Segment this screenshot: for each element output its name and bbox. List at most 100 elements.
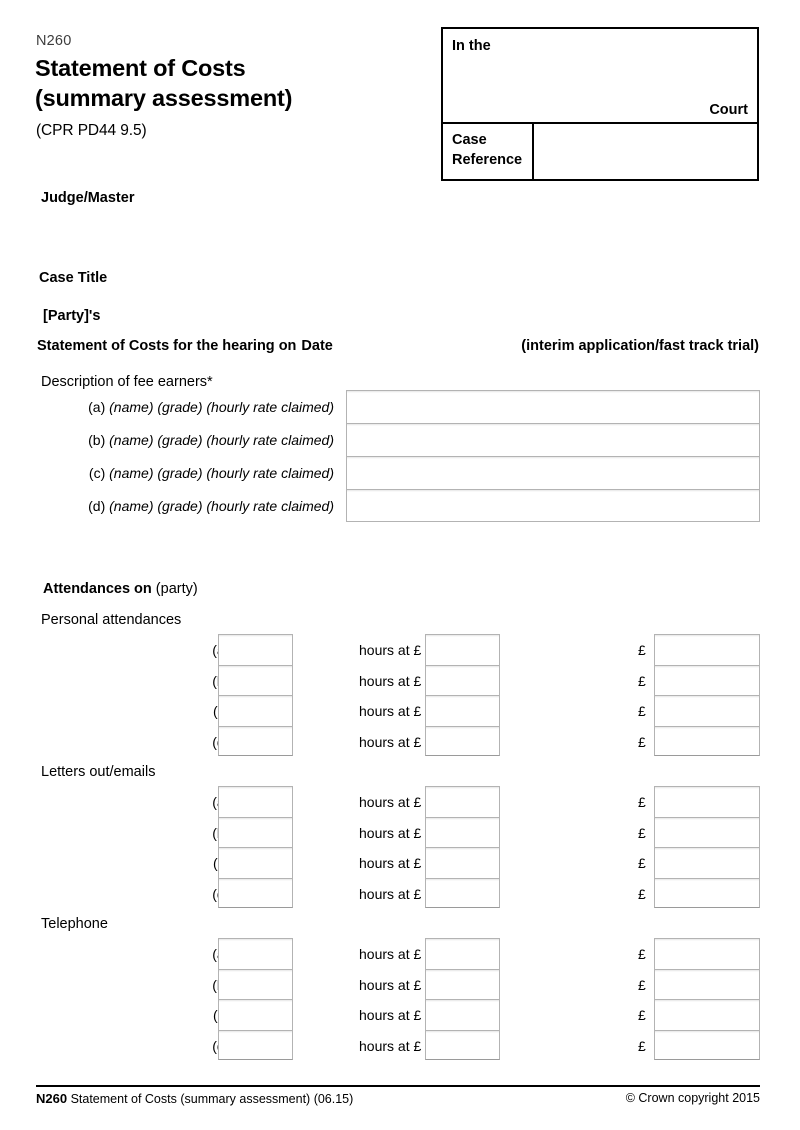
hours-at-label: hours at £ [359,672,422,689]
number-input[interactable] [218,786,293,817]
fee-earner-row: (d) (name) (grade) (hourly rate claimed) [0,489,800,522]
fee-earner-input[interactable] [346,456,760,489]
pound-symbol: £ [638,672,646,689]
form-code: N260 [36,33,72,49]
total-input[interactable] [654,664,760,695]
judge-master-label: Judge/Master [41,190,135,206]
total-input[interactable] [654,938,760,969]
attendance-row: (c) (number) hours at £ £ [0,695,800,726]
rate-input[interactable] [425,786,500,817]
number-input[interactable] [218,877,293,908]
fee-earner-input[interactable] [346,423,760,456]
hours-at-label: hours at £ [359,946,422,962]
rate-input[interactable] [425,968,500,999]
total-input[interactable] [654,877,760,908]
total-input[interactable] [654,999,760,1030]
fee-earner-input[interactable] [346,489,760,522]
section-rows: (a) (number) hours at £ £ (b) (number) h… [0,938,800,1060]
attendance-row: (c) (number) hours at £ £ [0,999,800,1030]
fee-earner-input[interactable] [346,390,760,423]
rate-input[interactable] [425,725,500,756]
number-input[interactable] [218,695,293,726]
number-input[interactable] [218,847,293,878]
pound-symbol: £ [638,855,646,871]
number-input[interactable] [218,634,293,665]
court-name-cell[interactable]: In the Court [443,29,757,124]
number-input[interactable] [218,999,293,1030]
footer-form-code: N260 [36,1091,68,1106]
rate-input[interactable] [425,938,500,969]
fee-earner-index: (c) [88,465,106,481]
hours-at-label: hours at £ [359,885,422,902]
fee-earner-index: (d) [88,498,106,514]
attendances-party-label: (party) [155,581,198,597]
fee-earner-label: (b) (name) (grade) (hourly rate claimed) [88,432,334,448]
case-reference-field[interactable] [534,124,757,179]
fee-earner-descriptor: (name) (grade) (hourly rate claimed) [109,498,334,514]
fee-earner-row: (a) (name) (grade) (hourly rate claimed) [0,390,800,423]
fee-earner-descriptor: (name) (grade) (hourly rate claimed) [109,399,334,415]
pound-symbol: £ [638,1007,646,1023]
form-page: N260 Statement of Costs (summary assessm… [0,0,800,1130]
attendances-heading: Attendances on (party) [43,581,198,597]
footer-form-reference: N260 Statement of Costs (summary assessm… [36,1091,353,1106]
rate-input[interactable] [425,664,500,695]
hours-at-label: hours at £ [359,976,422,993]
rate-input[interactable] [425,999,500,1030]
number-input[interactable] [218,968,293,999]
attendance-row: (c) (number) hours at £ £ [0,847,800,878]
pound-symbol: £ [638,885,646,902]
rate-input[interactable] [425,847,500,878]
total-input[interactable] [654,847,760,878]
hours-at-label: hours at £ [359,824,422,841]
total-input[interactable] [654,725,760,756]
footer-divider [36,1085,760,1087]
attendance-row: (d) (number) hours at £ £ [0,1029,800,1060]
total-input[interactable] [654,968,760,999]
statement-hearing-label: Statement of Costs for the hearing on Dat… [37,338,333,354]
in-the-label: In the [452,38,491,54]
hours-at-label: hours at £ [359,642,422,658]
section-title: Telephone [41,916,108,932]
hearing-type-label: (interim application/fast track trial) [521,338,759,354]
section-rows: (a) (number) hours at £ £ (b) (number) h… [0,786,800,908]
total-input[interactable] [654,1029,760,1060]
pound-symbol: £ [638,642,646,658]
rate-input[interactable] [425,1029,500,1060]
number-input[interactable] [218,664,293,695]
hours-at-label: hours at £ [359,733,422,750]
attendance-row: (b) (number) hours at £ £ [0,816,800,847]
pound-symbol: £ [638,733,646,750]
hours-at-label: hours at £ [359,1037,422,1054]
total-input[interactable] [654,695,760,726]
fee-earner-descriptor: (name) (grade) (hourly rate claimed) [109,465,334,481]
page-title: Statement of Costs (summary assessment) [35,53,425,113]
attendance-row: (a) (number) hours at £ £ [0,938,800,969]
attendance-row: (b) (number) hours at £ £ [0,968,800,999]
fee-earner-label: (a) (name) (grade) (hourly rate claimed) [88,399,334,415]
number-input[interactable] [218,938,293,969]
number-input[interactable] [218,1029,293,1060]
total-input[interactable] [654,634,760,665]
fee-earner-label: (c) (name) (grade) (hourly rate claimed) [89,465,334,481]
case-title-label: Case Title [39,270,108,286]
number-input[interactable] [218,725,293,756]
rate-input[interactable] [425,877,500,908]
section-rows: (a) (number) hours at £ £ (b) (number) h… [0,634,800,756]
party-label: [Party]'s [43,308,101,324]
fee-earner-index: (a) [88,399,106,415]
page-subtitle: (CPR PD44 9.5) [36,122,147,139]
fee-earner-row: (c) (name) (grade) (hourly rate claimed) [0,456,800,489]
pound-symbol: £ [638,824,646,841]
number-input[interactable] [218,816,293,847]
pound-symbol: £ [638,976,646,993]
rate-input[interactable] [425,816,500,847]
footer-form-text: Statement of Costs (summary assessment) … [70,1092,354,1106]
date-label: Date [301,338,333,354]
rate-input[interactable] [425,695,500,726]
section-title: Letters out/emails [41,764,156,780]
rate-input[interactable] [425,634,500,665]
total-input[interactable] [654,786,760,817]
hours-at-label: hours at £ [359,855,422,871]
total-input[interactable] [654,816,760,847]
